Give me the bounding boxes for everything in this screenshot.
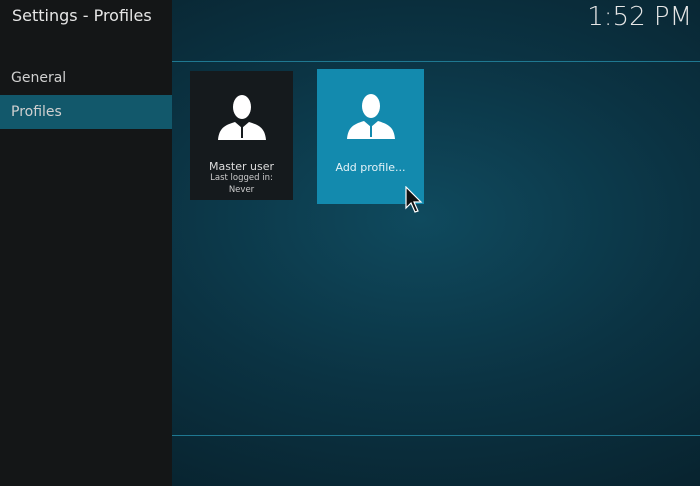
profile-name: Master user xyxy=(208,160,275,173)
user-icon xyxy=(346,94,395,139)
profile-tile-master-user[interactable]: Master user Last logged in: Never xyxy=(190,71,293,200)
sidebar-item-profiles[interactable]: Profiles xyxy=(0,95,172,129)
last-logged-label: Last logged in: xyxy=(210,173,273,183)
last-logged-value: Never xyxy=(228,185,255,195)
add-profile-tile[interactable]: Add profile... xyxy=(317,69,424,204)
add-profile-label: Add profile... xyxy=(335,161,406,174)
header-divider xyxy=(172,61,700,62)
clock: 1:52 PM xyxy=(587,2,692,32)
footer-divider xyxy=(172,435,700,436)
sidebar-item-general[interactable]: General xyxy=(0,61,172,95)
user-icon xyxy=(217,95,266,140)
sidebar: Settings - Profiles General Profiles xyxy=(0,0,172,486)
mouse-cursor-icon xyxy=(405,186,423,213)
page-title: Settings - Profiles xyxy=(12,6,152,25)
